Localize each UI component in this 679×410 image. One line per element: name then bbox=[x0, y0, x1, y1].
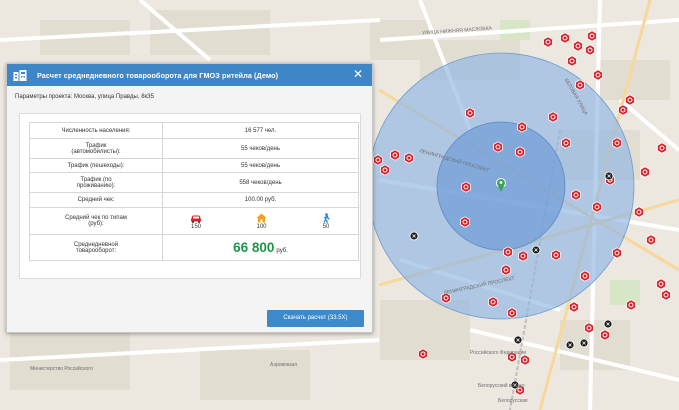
avg-check-types-label: Средний чек по типам (руб): bbox=[29, 207, 163, 235]
store-marker-icon[interactable] bbox=[587, 30, 597, 42]
avg-check-types: 150 100 50 bbox=[162, 207, 359, 235]
traffic-res-label: Трафик (по проживанию): bbox=[29, 172, 163, 193]
store-marker-icon[interactable] bbox=[634, 206, 644, 218]
store-marker-icon[interactable] bbox=[580, 270, 590, 282]
other-marker-icon[interactable] bbox=[409, 231, 419, 241]
other-marker-icon[interactable] bbox=[604, 171, 614, 181]
turnover-dialog: Расчет среднедневного товарооборота для … bbox=[6, 63, 373, 333]
store-marker-icon[interactable] bbox=[569, 301, 579, 313]
turnover-cell: 66 800 руб. bbox=[162, 234, 359, 261]
store-marker-icon[interactable] bbox=[488, 296, 498, 308]
store-marker-icon[interactable] bbox=[567, 55, 577, 67]
store-marker-icon[interactable] bbox=[501, 264, 511, 276]
store-marker-icon[interactable] bbox=[520, 354, 530, 366]
store-marker-icon[interactable] bbox=[560, 32, 570, 44]
store-marker-icon[interactable] bbox=[656, 278, 666, 290]
traffic-res-value: 558 чеков/день bbox=[162, 172, 359, 193]
other-marker-icon[interactable] bbox=[603, 319, 613, 329]
pedestrian-icon bbox=[323, 212, 330, 223]
store-marker-icon[interactable] bbox=[573, 40, 583, 52]
type-walk-value: 50 bbox=[322, 223, 330, 230]
poi-label: Министерство Российского bbox=[30, 366, 93, 372]
turnover-value: 66 800 bbox=[233, 240, 275, 255]
store-marker-icon[interactable] bbox=[646, 234, 656, 246]
other-marker-icon[interactable] bbox=[531, 245, 541, 255]
store-marker-icon[interactable] bbox=[612, 247, 622, 259]
other-marker-icon[interactable] bbox=[565, 340, 575, 350]
store-marker-icon[interactable] bbox=[585, 44, 595, 56]
store-marker-icon[interactable] bbox=[515, 146, 525, 158]
results-panel: Численность населения: 16 577 чел. Трафи… bbox=[19, 113, 361, 279]
traffic-cars-label: Трафик (автомобилисты): bbox=[29, 138, 163, 159]
other-marker-icon[interactable] bbox=[579, 338, 589, 348]
store-marker-icon[interactable] bbox=[625, 94, 635, 106]
store-marker-icon[interactable] bbox=[418, 348, 428, 360]
type-home-value: 100 bbox=[256, 223, 267, 230]
turnover-label: Среднедневной товарооборот: bbox=[29, 234, 163, 261]
poi-label: Российского Федерации bbox=[470, 350, 527, 356]
store-marker-icon[interactable] bbox=[465, 107, 475, 119]
type-car-value: 150 bbox=[190, 223, 201, 230]
population-value: 16 577 чел. bbox=[162, 122, 359, 139]
home-icon bbox=[256, 213, 267, 222]
store-marker-icon[interactable] bbox=[493, 141, 503, 153]
store-marker-icon[interactable] bbox=[612, 137, 622, 149]
dialog-title: Расчет среднедневного товарооборота для … bbox=[37, 70, 279, 80]
store-marker-icon[interactable] bbox=[575, 79, 585, 91]
store-marker-icon[interactable] bbox=[618, 104, 628, 116]
car-icon bbox=[191, 215, 201, 223]
store-marker-icon[interactable] bbox=[584, 322, 594, 334]
avg-check-label: Средний чек: bbox=[29, 192, 163, 208]
avg-check-value: 100.00 руб. bbox=[162, 192, 359, 208]
store-marker-icon[interactable] bbox=[561, 137, 571, 149]
traffic-ped-label: Трафик (пешеходы): bbox=[29, 158, 163, 173]
population-label: Численность населения: bbox=[29, 122, 163, 139]
store-marker-icon[interactable] bbox=[626, 299, 636, 311]
store-marker-icon[interactable] bbox=[503, 246, 513, 258]
metro-label: Белорусская bbox=[498, 398, 528, 404]
results-table: Численность населения: 16 577 чел. Трафи… bbox=[29, 122, 359, 261]
store-marker-icon[interactable] bbox=[592, 201, 602, 213]
store-marker-icon[interactable] bbox=[600, 329, 610, 341]
store-marker-icon[interactable] bbox=[551, 249, 561, 261]
store-marker-icon[interactable] bbox=[548, 111, 558, 123]
poi-label: Белорусский вокзал bbox=[478, 383, 525, 389]
store-marker-icon[interactable] bbox=[543, 36, 553, 48]
store-marker-icon[interactable] bbox=[373, 154, 383, 166]
store-marker-icon[interactable] bbox=[461, 181, 471, 193]
poi-label: Аэровокзал bbox=[270, 362, 298, 368]
store-marker-icon[interactable] bbox=[518, 250, 528, 262]
store-marker-icon[interactable] bbox=[640, 166, 650, 178]
store-marker-icon[interactable] bbox=[460, 216, 470, 228]
download-button[interactable]: Скачать расчет (33.5X) bbox=[267, 310, 364, 327]
dialog-titlebar[interactable]: Расчет среднедневного товарооборота для … bbox=[7, 64, 372, 86]
store-marker-icon[interactable] bbox=[517, 121, 527, 133]
store-marker-icon[interactable] bbox=[661, 289, 671, 301]
store-marker-icon[interactable] bbox=[380, 164, 390, 176]
turnover-unit: руб. bbox=[276, 248, 288, 254]
store-marker-icon[interactable] bbox=[571, 189, 581, 201]
traffic-cars-value: 55 чеков/день bbox=[162, 138, 359, 159]
store-marker-icon[interactable] bbox=[390, 149, 400, 161]
store-marker-icon[interactable] bbox=[593, 69, 603, 81]
other-marker-icon[interactable] bbox=[513, 335, 523, 345]
close-icon[interactable]: ✕ bbox=[353, 68, 363, 80]
store-marker-icon[interactable] bbox=[404, 152, 414, 164]
project-params: Параметры проекта: Москва, улица Правды,… bbox=[15, 94, 154, 100]
store-marker-icon[interactable] bbox=[657, 142, 667, 154]
store-marker-icon[interactable] bbox=[507, 307, 517, 319]
calculator-icon bbox=[13, 69, 27, 81]
traffic-ped-value: 55 чеков/день bbox=[162, 158, 359, 173]
